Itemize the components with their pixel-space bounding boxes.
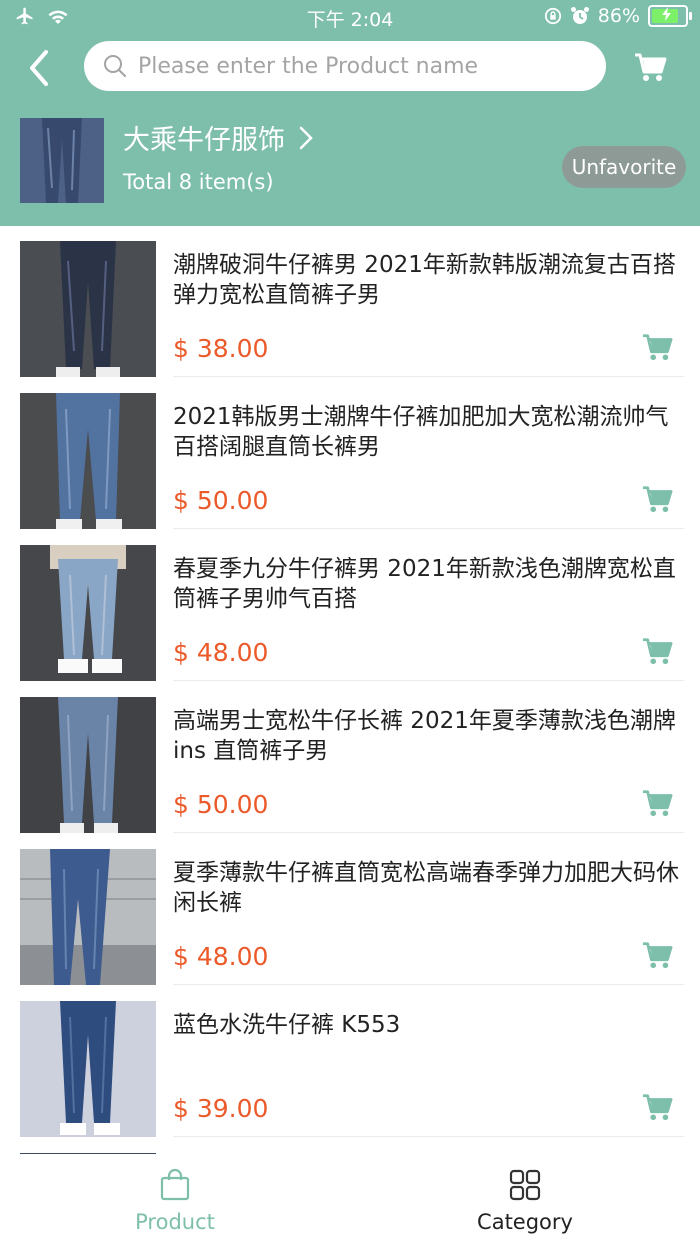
product-image — [20, 1001, 156, 1137]
add-to-cart-icon[interactable] — [641, 1092, 673, 1122]
orientation-lock-icon — [544, 7, 561, 25]
add-to-cart-icon[interactable] — [641, 788, 673, 818]
add-to-cart-icon[interactable] — [641, 332, 673, 362]
product-image — [20, 697, 156, 833]
back-icon[interactable] — [22, 48, 58, 88]
add-to-cart-icon[interactable] — [641, 636, 673, 666]
add-to-cart-icon[interactable] — [641, 484, 673, 514]
product-item[interactable]: 高端男士宽松牛仔长裤 2021年夏季薄款浅色潮牌 ins 直筒裤子男 $ 50.… — [0, 682, 700, 834]
product-image — [20, 545, 156, 681]
product-title: 潮牌破洞牛仔裤男 2021年新款韩版潮流复古百搭弹力宽松直筒裤子男 — [173, 252, 676, 308]
status-bar: 下午 2:04 86% — [0, 0, 700, 36]
product-price: $ 38.00 — [173, 334, 269, 363]
tab-bar: Product Category — [0, 1154, 700, 1244]
nav-bar — [0, 40, 700, 94]
search-icon — [104, 55, 126, 77]
divider — [173, 1136, 684, 1137]
search-input[interactable] — [136, 52, 580, 80]
tab-product[interactable]: Product — [0, 1154, 350, 1244]
grid-icon — [509, 1169, 541, 1201]
product-item[interactable]: 蓝色水洗牛仔裤 K553 $ 39.00 — [0, 986, 700, 1138]
divider — [173, 832, 684, 833]
product-title: 春夏季九分牛仔裤男 2021年新款浅色潮牌宽松直筒裤子男帅气百搭 — [173, 556, 676, 612]
product-item[interactable]: 春夏季九分牛仔裤男 2021年新款浅色潮牌宽松直筒裤子男帅气百搭 $ 48.00 — [0, 530, 700, 682]
chevron-right-icon — [299, 126, 313, 149]
shopping-bag-icon — [160, 1168, 190, 1201]
product-title: 蓝色水洗牛仔裤 K553 — [173, 1012, 401, 1038]
status-right: 86% — [544, 5, 692, 27]
tab-product-label: Product — [135, 1210, 215, 1234]
search-bar[interactable] — [84, 41, 606, 91]
product-price: $ 50.00 — [173, 790, 269, 819]
tab-category[interactable]: Category — [350, 1154, 700, 1244]
shop-total: Total 8 item(s) — [123, 170, 274, 194]
cart-icon[interactable] — [633, 51, 667, 83]
divider — [173, 376, 684, 377]
add-to-cart-icon[interactable] — [641, 940, 673, 970]
divider — [173, 680, 684, 681]
product-price: $ 50.00 — [173, 486, 269, 515]
alarm-icon — [570, 7, 589, 24]
header: 下午 2:04 86% 大乘牛仔服饰 Total 8 item(s) Unfav… — [0, 0, 700, 226]
product-price: $ 48.00 — [173, 638, 269, 667]
product-item[interactable]: 2021韩版男士潮牌牛仔裤加肥加大宽松潮流帅气百搭阔腿直筒长裤男 $ 50.00 — [0, 378, 700, 530]
product-item[interactable]: 夏季薄款牛仔裤直筒宽松高端春季弹力加肥大码休闲长裤 $ 48.00 — [0, 834, 700, 986]
divider — [173, 528, 684, 529]
product-image — [20, 393, 156, 529]
product-list: 潮牌破洞牛仔裤男 2021年新款韩版潮流复古百搭弹力宽松直筒裤子男 $ 38.0… — [0, 226, 700, 1154]
unfavorite-button[interactable]: Unfavorite — [562, 146, 686, 188]
product-image — [20, 241, 156, 377]
product-price: $ 48.00 — [173, 942, 269, 971]
product-title: 夏季薄款牛仔裤直筒宽松高端春季弹力加肥大码休闲长裤 — [173, 860, 679, 916]
product-image — [20, 849, 156, 985]
shop-info: 大乘牛仔服饰 Total 8 item(s) Unfavorite — [20, 118, 700, 204]
battery-percent: 86% — [597, 5, 640, 27]
product-title: 高端男士宽松牛仔长裤 2021年夏季薄款浅色潮牌 ins 直筒裤子男 — [173, 708, 676, 764]
shop-avatar — [20, 118, 104, 203]
product-item-partial[interactable] — [0, 1138, 700, 1154]
product-price: $ 39.00 — [173, 1094, 269, 1123]
product-title: 2021韩版男士潮牌牛仔裤加肥加大宽松潮流帅气百搭阔腿直筒长裤男 — [173, 404, 669, 460]
divider — [173, 984, 684, 985]
shop-name: 大乘牛仔服饰 — [123, 125, 285, 156]
shop-name-link[interactable]: 大乘牛仔服饰 — [123, 118, 313, 157]
tab-category-label: Category — [477, 1210, 573, 1234]
battery-icon — [648, 5, 692, 27]
product-item[interactable]: 潮牌破洞牛仔裤男 2021年新款韩版潮流复古百搭弹力宽松直筒裤子男 $ 38.0… — [0, 226, 700, 378]
